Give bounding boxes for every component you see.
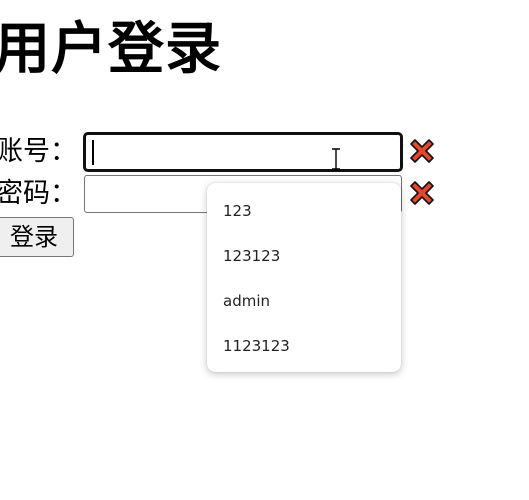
- login-button[interactable]: 登录: [0, 217, 74, 257]
- username-label: 账号：: [0, 136, 77, 167]
- autocomplete-dropdown: 123 123123 admin 1123123: [207, 183, 401, 372]
- autocomplete-item[interactable]: 123123: [207, 234, 401, 279]
- page-title: 用户登录: [0, 17, 222, 82]
- text-caret: [92, 140, 94, 165]
- clear-username-icon[interactable]: [406, 135, 438, 167]
- autocomplete-item[interactable]: admin: [207, 279, 401, 324]
- password-label: 密码：: [0, 178, 77, 209]
- ibeam-cursor-icon: [332, 148, 340, 170]
- clear-password-icon[interactable]: [406, 177, 438, 209]
- autocomplete-item[interactable]: 123: [207, 189, 401, 234]
- autocomplete-item[interactable]: 1123123: [207, 324, 401, 369]
- username-input[interactable]: [84, 133, 402, 171]
